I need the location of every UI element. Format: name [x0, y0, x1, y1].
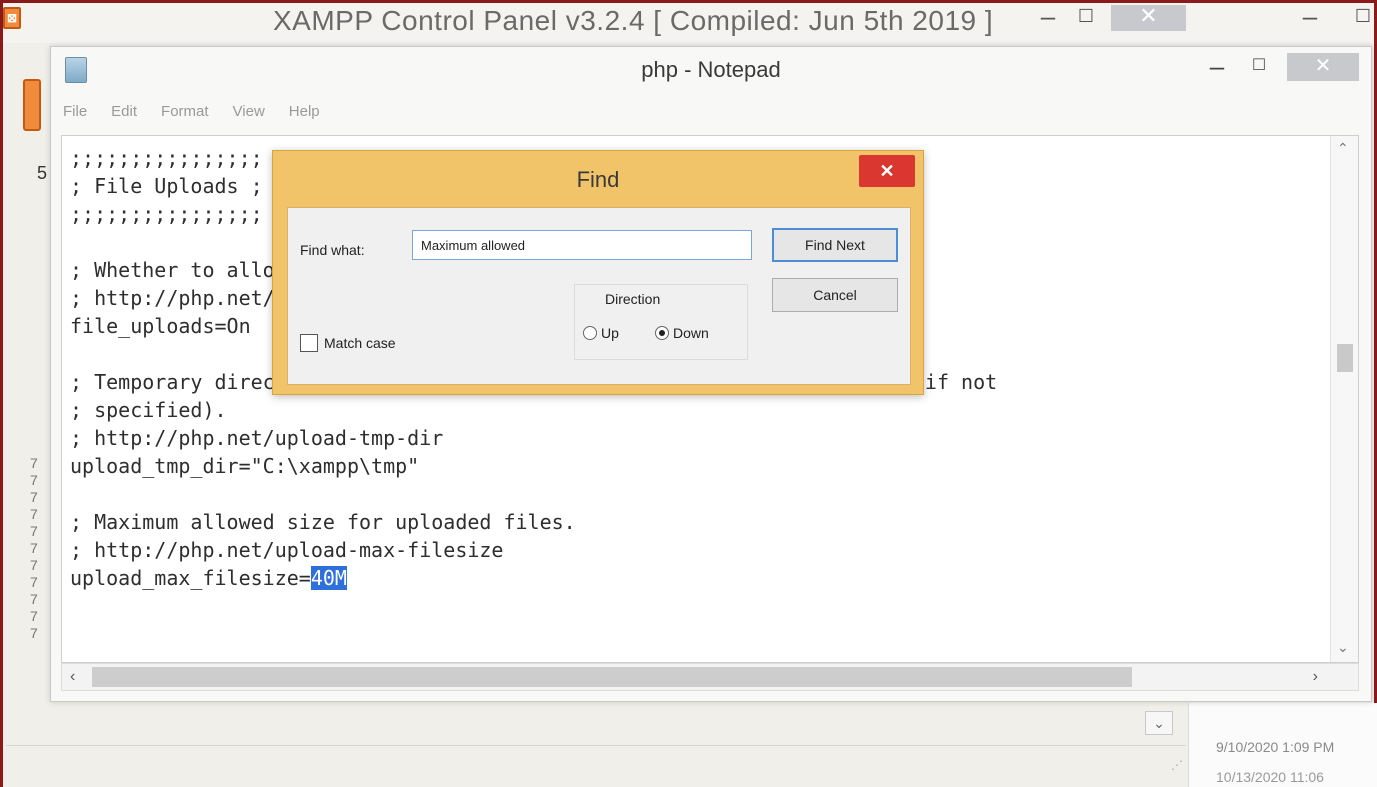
xampp-minimize-button[interactable]: –	[1033, 3, 1063, 31]
find-close-button[interactable]: ✕	[859, 155, 915, 187]
notepad-titlebar: php - Notepad – ☐ ✕	[51, 47, 1371, 93]
xampp-close-button[interactable]: ✕	[1111, 5, 1186, 31]
menu-format[interactable]: Format	[159, 103, 211, 127]
menu-edit[interactable]: Edit	[109, 103, 139, 127]
notepad-minimize-button[interactable]: –	[1203, 51, 1231, 82]
find-dialog-title: Find	[576, 167, 620, 192]
checkbox-icon	[300, 334, 318, 352]
editor-line: upload_max_filesize=40M	[70, 564, 997, 592]
find-what-input[interactable]	[412, 230, 752, 260]
cancel-button[interactable]: Cancel	[772, 278, 898, 312]
match-case-checkbox[interactable]: Match case	[300, 334, 396, 352]
match-case-label: Match case	[324, 335, 396, 351]
direction-group: Direction Up Down	[574, 284, 748, 360]
editor-line: ; http://php.net/upload-tmp-dir	[70, 426, 444, 450]
menu-file[interactable]: File	[61, 103, 89, 127]
scrollbar-thumb[interactable]	[92, 667, 1132, 687]
notepad-maximize-button[interactable]: ☐	[1245, 55, 1273, 75]
scrollbar-thumb[interactable]	[1337, 344, 1353, 372]
selected-text: 40M	[310, 566, 347, 590]
editor-line: ; http://php.net/upload-max-filesize	[70, 538, 504, 562]
notepad-menubar: File Edit Format View Help	[61, 103, 322, 127]
divider	[6, 745, 1186, 746]
vertical-scrollbar[interactable]: ⌃ ⌄	[1330, 136, 1358, 662]
direction-down-radio[interactable]: Down	[655, 325, 709, 341]
editor-line-text: upload_max_filesize=	[70, 566, 311, 590]
timestamp: 10/13/2020 11:06	[1216, 769, 1324, 785]
xampp-side-label: 5	[37, 163, 48, 183]
outer-minimize-button[interactable]: –	[1295, 3, 1325, 31]
direction-down-label: Down	[673, 325, 709, 341]
resize-grip-icon[interactable]: ⋰	[1171, 758, 1183, 772]
close-icon: ✕	[879, 161, 895, 181]
find-next-button[interactable]: Find Next	[772, 228, 898, 262]
xampp-maximize-button[interactable]: ☐	[1071, 5, 1101, 31]
xampp-titlebar: ⊠ XAMPP Control Panel v3.2.4 [ Compiled:…	[3, 3, 1374, 43]
radio-selected-icon	[655, 326, 669, 340]
radio-icon	[583, 326, 597, 340]
menu-view[interactable]: View	[231, 103, 267, 127]
horizontal-scrollbar[interactable]: ‹ ›	[61, 663, 1359, 691]
notepad-close-button[interactable]: ✕	[1287, 53, 1359, 81]
chevron-down-icon[interactable]: ⌄	[1145, 711, 1173, 735]
find-what-label: Find what:	[300, 242, 365, 258]
editor-line: ; specified).	[70, 398, 227, 422]
find-dialog-body: Find what: Find Next Cancel Direction Up…	[287, 207, 911, 385]
notepad-window-title: php - Notepad	[641, 57, 781, 82]
outer-maximize-button[interactable]: ☐	[1348, 5, 1377, 31]
chevron-up-icon[interactable]: ⌃	[1337, 140, 1349, 157]
menu-help[interactable]: Help	[287, 103, 322, 127]
xampp-module-button[interactable]	[23, 79, 41, 131]
find-dialog: Find ✕ Find what: Find Next Cancel Direc…	[272, 150, 924, 395]
chevron-down-icon[interactable]: ⌄	[1337, 639, 1349, 656]
chevron-left-icon[interactable]: ‹	[70, 668, 75, 686]
xampp-app-icon: ⊠	[3, 7, 21, 29]
direction-up-label: Up	[601, 325, 619, 341]
editor-line: ; Maximum allowed size for uploaded file…	[70, 510, 576, 534]
xampp-window-title: XAMPP Control Panel v3.2.4 [ Compiled: J…	[273, 5, 994, 36]
chevron-right-icon[interactable]: ›	[1313, 668, 1318, 686]
direction-label: Direction	[603, 291, 663, 307]
direction-up-radio[interactable]: Up	[583, 325, 619, 341]
timestamp: 9/10/2020 1:09 PM	[1216, 739, 1335, 755]
editor-line: upload_tmp_dir="C:\xampp\tmp"	[70, 454, 420, 478]
